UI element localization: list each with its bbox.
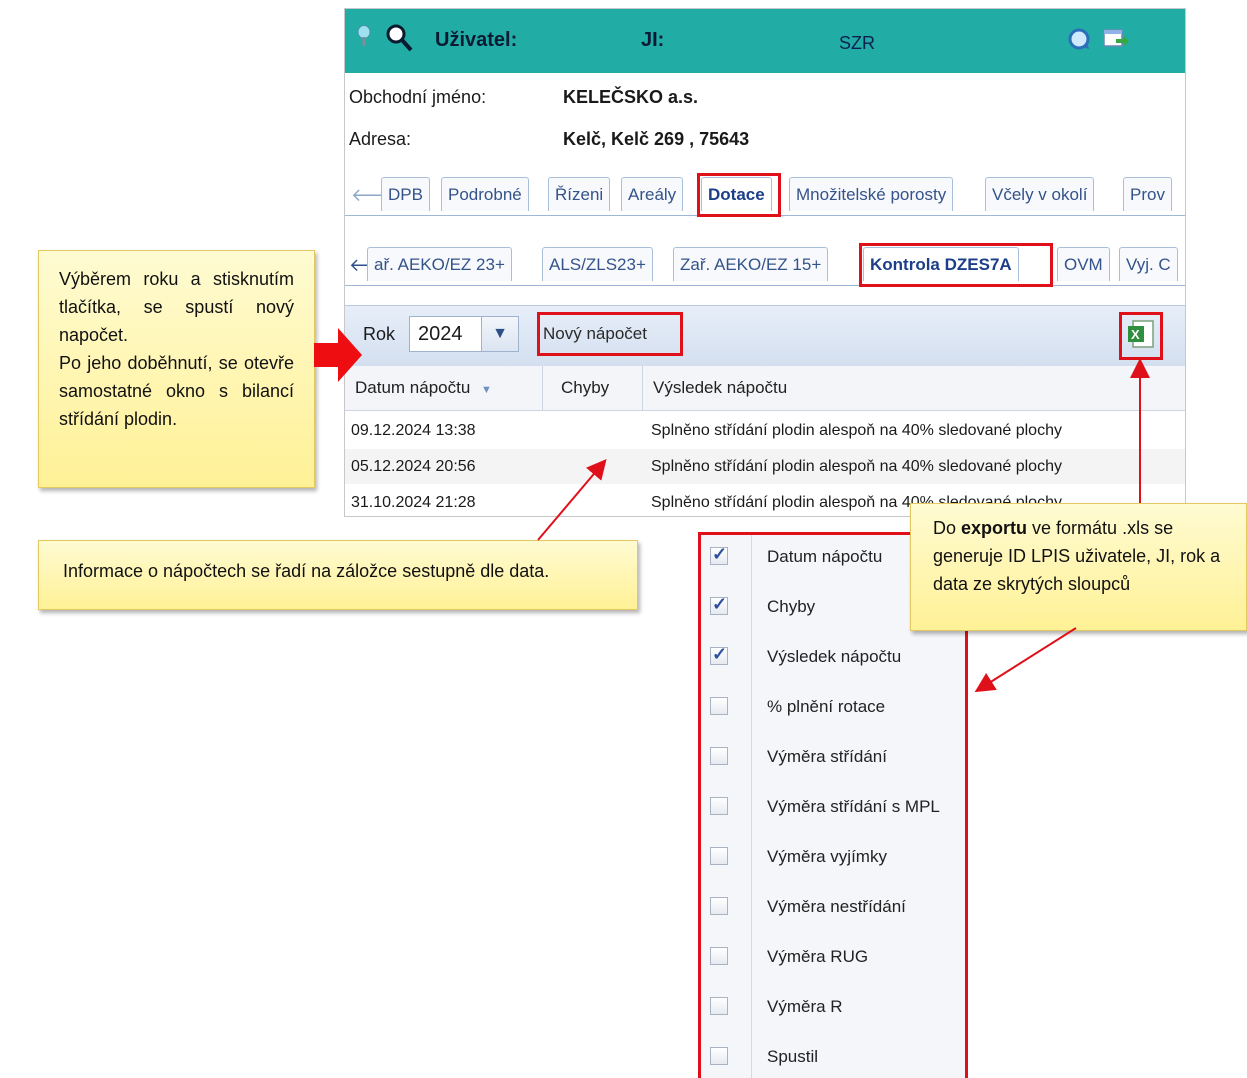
column-header-datum[interactable]: Datum nápočtu ▼ [345, 366, 543, 410]
menu-item-label: Výměra R [767, 997, 843, 1016]
tab-dpb[interactable]: DPB [381, 177, 430, 211]
menu-item-label: Výsledek nápočtu [767, 647, 902, 666]
menu-item-vymera-stridani-mpl[interactable]: Výměra střídání s MPL [701, 785, 965, 835]
menu-item-label: Chyby [767, 597, 816, 616]
address-value: Kelč, Kelč 269 , 75643 [563, 129, 750, 149]
table-row[interactable]: 09.12.2024 13:38 Splněno střídání plodin… [345, 413, 1185, 448]
menu-item-label: Výměra střídání [767, 747, 887, 766]
callout-sorting: Informace o nápočtech se řadí na záložce… [38, 540, 638, 610]
address-label: Adresa: [349, 129, 412, 149]
callout-export-pre: Do [933, 518, 962, 538]
subtab-aeko-ez-23[interactable]: ař. AEKO/EZ 23+ [367, 247, 512, 281]
checkbox-unchecked[interactable] [710, 897, 728, 915]
subtab-zar-aeko-ez-15[interactable]: Zař. AEKO/EZ 15+ [673, 247, 829, 281]
checkbox-unchecked[interactable] [710, 847, 728, 865]
pin-icon[interactable] [357, 25, 371, 47]
menu-item-spustil[interactable]: Spustil [701, 1035, 965, 1078]
callout-export-bold: exportu [961, 518, 1028, 538]
table-row[interactable]: 05.12.2024 20:56 Splněno střídání plodin… [345, 449, 1185, 484]
row-result: Splněno střídání plodin alespoň na 40% s… [651, 458, 1062, 475]
checkbox-unchecked[interactable] [710, 947, 728, 965]
menu-item-vysledek-napoctu[interactable]: Výsledek nápočtu [701, 635, 965, 685]
checkbox-unchecked[interactable] [710, 747, 728, 765]
menu-item-label: % plnění rotace [767, 697, 886, 716]
callout-year-recalc-line2: Po jeho doběhnutí, se otevře samostatné … [59, 353, 294, 429]
row-date: 05.12.2024 20:56 [351, 458, 476, 475]
menu-item-label: Datum nápočtu [767, 547, 883, 566]
row-date: 09.12.2024 13:38 [351, 422, 476, 439]
checkbox-unchecked[interactable] [710, 697, 728, 715]
menu-item-vymera-nestridani[interactable]: Výměra nestřídání [701, 885, 965, 935]
chevron-down-icon[interactable]: ▼ [481, 317, 518, 351]
arrow-right-icon [314, 328, 362, 382]
tab-rizeni[interactable]: Řízeni [548, 177, 611, 211]
szr-label: SZR [839, 33, 875, 53]
callout-export: Do exportu ve formátu .xls se generuje I… [910, 503, 1247, 631]
menu-item-vymera-r[interactable]: Výměra R [701, 985, 965, 1035]
column-header-chyby[interactable]: Chyby [543, 366, 643, 410]
column-header-vysledek[interactable]: Výsledek nápočtu [643, 366, 1185, 410]
grid-header: Datum nápočtu ▼ Chyby Výsledek nápočtu [345, 366, 1185, 411]
main-tab-strip: 🡐 DPB Podrobné Řízeni Areály Dotace Množ… [345, 171, 1185, 217]
menu-item-label: Výměra střídání s MPL [767, 797, 940, 816]
tab-podrobne[interactable]: Podrobné [441, 177, 529, 211]
row-date: 31.10.2024 21:28 [351, 494, 476, 511]
checkbox-checked[interactable] [710, 544, 728, 565]
header-bar: Uživatel: JI: SZR [345, 9, 1185, 73]
menu-item-label: Výměra vyjímky [767, 847, 887, 866]
export-highlight [1119, 312, 1163, 360]
checkbox-checked[interactable] [710, 644, 728, 665]
company-name-value: KELEČSKO a.s. [563, 87, 699, 107]
user-label: Uživatel: [435, 29, 518, 51]
refresh-icon[interactable] [1067, 27, 1093, 51]
callout-year-recalc: Výběrem roku a stisknutím tlačítka, se s… [38, 250, 315, 488]
tab-prov[interactable]: Prov [1123, 177, 1172, 211]
checkbox-unchecked[interactable] [710, 797, 728, 815]
company-name-label: Obchodní jméno: [349, 87, 487, 107]
subtab-vyj-c[interactable]: Vyj. C [1119, 247, 1178, 281]
year-label: Rok [363, 324, 396, 344]
open-window-icon[interactable] [1103, 27, 1129, 51]
subtab-als-zls23[interactable]: ALS/ZLS23+ [542, 247, 653, 281]
year-select[interactable]: 2024 ▼ [409, 316, 519, 352]
search-icon[interactable] [385, 23, 413, 53]
ji-label: JI: [641, 29, 665, 51]
arrow-to-menu [974, 627, 1077, 693]
checkbox-checked[interactable] [710, 594, 728, 615]
kontrola-highlight [859, 243, 1053, 287]
callout-year-recalc-line1: Výběrem roku a stisknutím tlačítka, se s… [59, 269, 294, 345]
tab-mnozitelske-porosty[interactable]: Množitelské porosty [789, 177, 954, 211]
year-value: 2024 [418, 323, 463, 345]
toolbar: Rok 2024 ▼ Nový nápočet X [345, 305, 1185, 367]
tab-vcely-v-okoli[interactable]: Včely v okolí [985, 177, 1095, 211]
menu-item-label: Spustil [767, 1047, 819, 1066]
sub-tab-strip: 🡐 ař. AEKO/EZ 23+ ALS/ZLS23+ Zař. AEKO/E… [345, 241, 1185, 287]
sort-desc-icon: ▼ [481, 384, 492, 396]
menu-item-vymera-stridani[interactable]: Výměra střídání [701, 735, 965, 785]
checkbox-unchecked[interactable] [710, 997, 728, 1015]
menu-item-vymera-rug[interactable]: Výměra RUG [701, 935, 965, 985]
app-panel: Uživatel: JI: SZR Obchodní jméno: KELEČS… [344, 8, 1186, 517]
menu-item-label: Výměra nestřídání [767, 897, 906, 916]
menu-item-vymera-vyjimky[interactable]: Výměra vyjímky [701, 835, 965, 885]
checkbox-unchecked[interactable] [710, 1047, 728, 1065]
menu-item-plneni-rotace[interactable]: % plnění rotace [701, 685, 965, 735]
row-result: Splněno střídání plodin alespoň na 40% s… [651, 422, 1062, 439]
subtab-ovm[interactable]: OVM [1057, 247, 1110, 281]
recalc-highlight [537, 312, 683, 356]
column-header-datum-label: Datum nápočtu [355, 378, 471, 397]
menu-item-label: Výměra RUG [767, 947, 869, 966]
dotace-highlight [697, 173, 781, 217]
tab-arealy[interactable]: Areály [621, 177, 684, 211]
